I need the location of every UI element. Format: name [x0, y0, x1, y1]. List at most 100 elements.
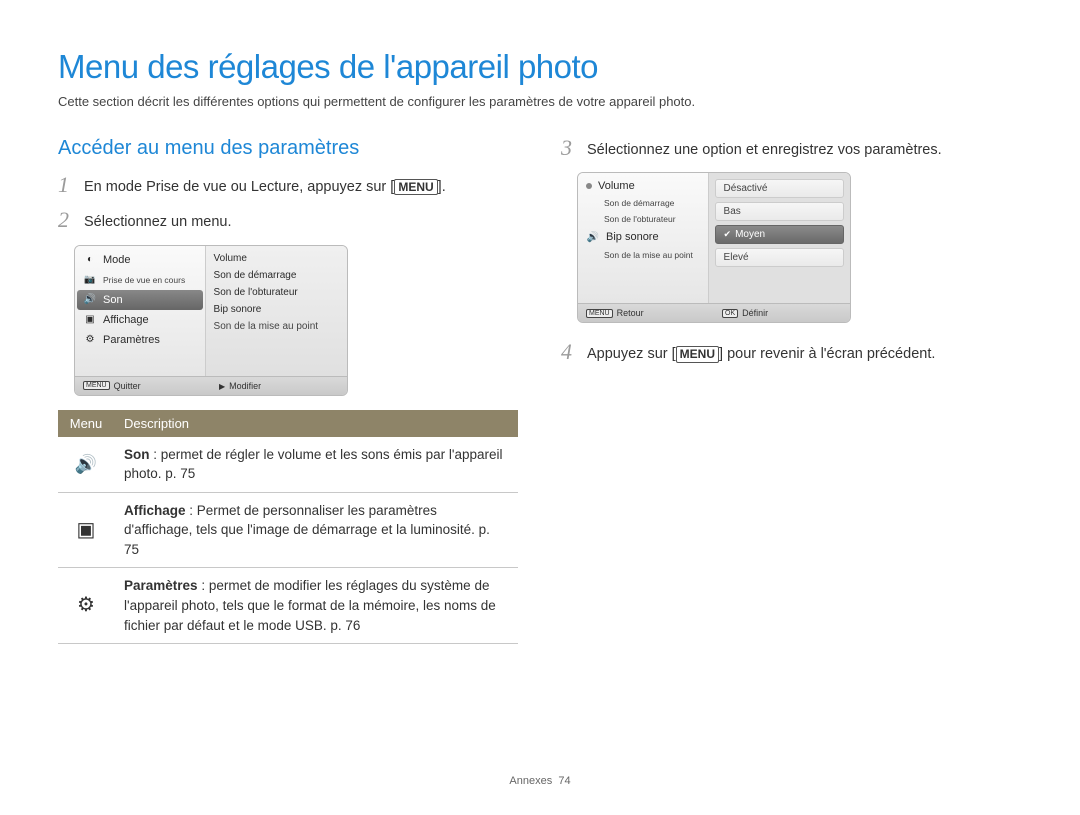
lcd2-footer: MENU Retour OK Définir: [578, 303, 850, 322]
page-title: Menu des réglages de l'appareil photo: [58, 48, 1022, 86]
lcd1-shoot-label: Prise de vue en cours: [103, 275, 185, 285]
step-number: 2: [58, 209, 74, 231]
lcd1-right-panel: Volume Son de démarrage Son de l'obturat…: [206, 246, 347, 376]
lcd2-opt-2: Bas: [715, 202, 844, 221]
table-row: Son : permet de régler le volume et les …: [58, 437, 518, 493]
table-bold: Paramètres: [124, 578, 198, 593]
lcd-screenshot-1: Mode Prise de vue en cours Son Affichage…: [74, 245, 348, 396]
lcd1-item-display: Affichage: [77, 310, 203, 330]
lcd1-settings-label: Paramètres: [103, 334, 160, 346]
sound-icon: [586, 230, 600, 244]
step-number: 3: [561, 137, 577, 159]
right-column: 3 Sélectionnez une option et enregistrez…: [561, 137, 1022, 644]
lcd2-r2: Son de démarrage: [580, 195, 706, 211]
lcd1-mode-label: Mode: [103, 254, 131, 266]
table-cell: Son : permet de régler le volume et les …: [114, 437, 518, 493]
lcd2-r4: Bip sonore: [580, 227, 706, 247]
table-header-menu: Menu: [58, 410, 114, 437]
step-1-pre: En mode Prise de vue ou Lecture, appuyez…: [84, 179, 394, 195]
lcd1-r4: Bip sonore: [212, 301, 341, 318]
table-text: : permet de régler le volume et les sons…: [124, 447, 503, 482]
table-bold: Affichage: [124, 503, 186, 518]
step-text: En mode Prise de vue ou Lecture, appuyez…: [84, 174, 446, 197]
lcd1-foot-left: Quitter: [114, 381, 141, 391]
speaker-icon: [75, 454, 97, 474]
display-icon-cell: [58, 492, 114, 568]
step-1: 1 En mode Prise de vue ou Lecture, appuy…: [58, 174, 519, 197]
menu-key-icon: MENU: [586, 309, 613, 318]
page-subtitle: Cette section décrit les différentes opt…: [58, 94, 1022, 109]
step-4: 4 Appuyez sur [MENU] pour revenir à l'éc…: [561, 341, 1022, 364]
lcd2-r5: Son de la mise au point: [580, 247, 706, 263]
camera-icon: [83, 273, 97, 287]
lcd2-opt-3-label: Moyen: [735, 229, 765, 240]
lcd2-foot-left: Retour: [617, 308, 644, 318]
step-number: 1: [58, 174, 74, 196]
display-icon: [77, 520, 96, 540]
footer-label: Annexes: [509, 775, 552, 787]
lcd1-foot-right: Modifier: [229, 381, 261, 391]
step-text: Appuyez sur [MENU] pour revenir à l'écra…: [587, 341, 935, 364]
table-header-description: Description: [114, 410, 518, 437]
check-icon: ✔: [724, 229, 732, 239]
footer-page-number: 74: [558, 775, 570, 787]
lcd1-r5: Son de la mise au point: [212, 318, 341, 335]
columns: Accéder au menu des paramètres 1 En mode…: [58, 137, 1022, 644]
lcd2-left-panel: Volume Son de démarrage Son de l'obturat…: [578, 173, 709, 303]
step-text: Sélectionnez une option et enregistrez v…: [587, 137, 942, 160]
step-number: 4: [561, 341, 577, 363]
lcd1-display-label: Affichage: [103, 314, 149, 326]
lcd2-r1: Volume: [580, 177, 706, 195]
step-1-post: ].: [438, 179, 446, 195]
lcd2-opt-1: Désactivé: [715, 179, 844, 198]
description-table: Menu Description Son : permet de régler …: [58, 410, 518, 645]
section-title: Accéder au menu des paramètres: [58, 137, 519, 160]
gear-icon: [77, 595, 95, 615]
lcd1-r1: Volume: [212, 250, 341, 267]
gear-icon-cell: [58, 568, 114, 644]
lcd1-left-panel: Mode Prise de vue en cours Son Affichage…: [75, 246, 206, 376]
table-bold: Son: [124, 447, 150, 462]
lcd2-r3-label: Son de l'obturateur: [604, 214, 676, 224]
table-cell: Affichage : Permet de personnaliser les …: [114, 492, 518, 568]
step-text: Sélectionnez un menu.: [84, 209, 232, 232]
lcd1-item-settings: Paramètres: [77, 330, 203, 350]
lcd1-item-sound: Son: [77, 290, 203, 310]
menu-key-icon: MENU: [83, 381, 110, 390]
left-column: Accéder au menu des paramètres 1 En mode…: [58, 137, 519, 644]
lcd2-r2-label: Son de démarrage: [604, 198, 674, 208]
lcd2-right-panel: Désactivé Bas ✔Moyen Elevé: [709, 173, 850, 303]
lcd2-r4-label: Bip sonore: [606, 231, 659, 243]
display-icon: [83, 313, 97, 327]
step-2: 2 Sélectionnez un menu.: [58, 209, 519, 232]
table-row: Affichage : Permet de personnaliser les …: [58, 492, 518, 568]
table-cell: Paramètres : permet de modifier les régl…: [114, 568, 518, 644]
lcd1-r3: Son de l'obturateur: [212, 284, 341, 301]
lcd2-foot-right: Définir: [742, 308, 768, 318]
gear-icon: [83, 333, 97, 347]
lcd2-r1-label: Volume: [598, 180, 635, 192]
lcd2-r5-label: Son de la mise au point: [604, 250, 693, 260]
step-4-post: ] pour revenir à l'écran précédent.: [719, 346, 935, 362]
lcd1-item-shoot: Prise de vue en cours: [77, 270, 203, 290]
sound-icon: [83, 293, 97, 307]
lcd1-sound-label: Son: [103, 294, 123, 306]
lcd-screenshot-2: Volume Son de démarrage Son de l'obturat…: [577, 172, 851, 323]
table-row: Paramètres : permet de modifier les régl…: [58, 568, 518, 644]
lcd2-opt-3: ✔Moyen: [715, 225, 844, 244]
lcd1-footer: MENU Quitter Modifier: [75, 376, 347, 395]
lcd1-item-mode: Mode: [77, 250, 203, 270]
lcd2-r3: Son de l'obturateur: [580, 211, 706, 227]
sound-icon-cell: [58, 437, 114, 493]
step-3: 3 Sélectionnez une option et enregistrez…: [561, 137, 1022, 160]
ok-key-icon: OK: [722, 309, 738, 318]
bullet-icon: [586, 183, 592, 189]
mode-icon: [83, 253, 97, 267]
menu-key: MENU: [676, 346, 719, 362]
arrow-right-icon: [219, 381, 225, 391]
lcd1-r2: Son de démarrage: [212, 267, 341, 284]
lcd2-opt-4: Elevé: [715, 248, 844, 267]
step-4-pre: Appuyez sur [: [587, 346, 676, 362]
page-footer: Annexes 74: [0, 775, 1080, 787]
menu-key: MENU: [394, 179, 437, 195]
